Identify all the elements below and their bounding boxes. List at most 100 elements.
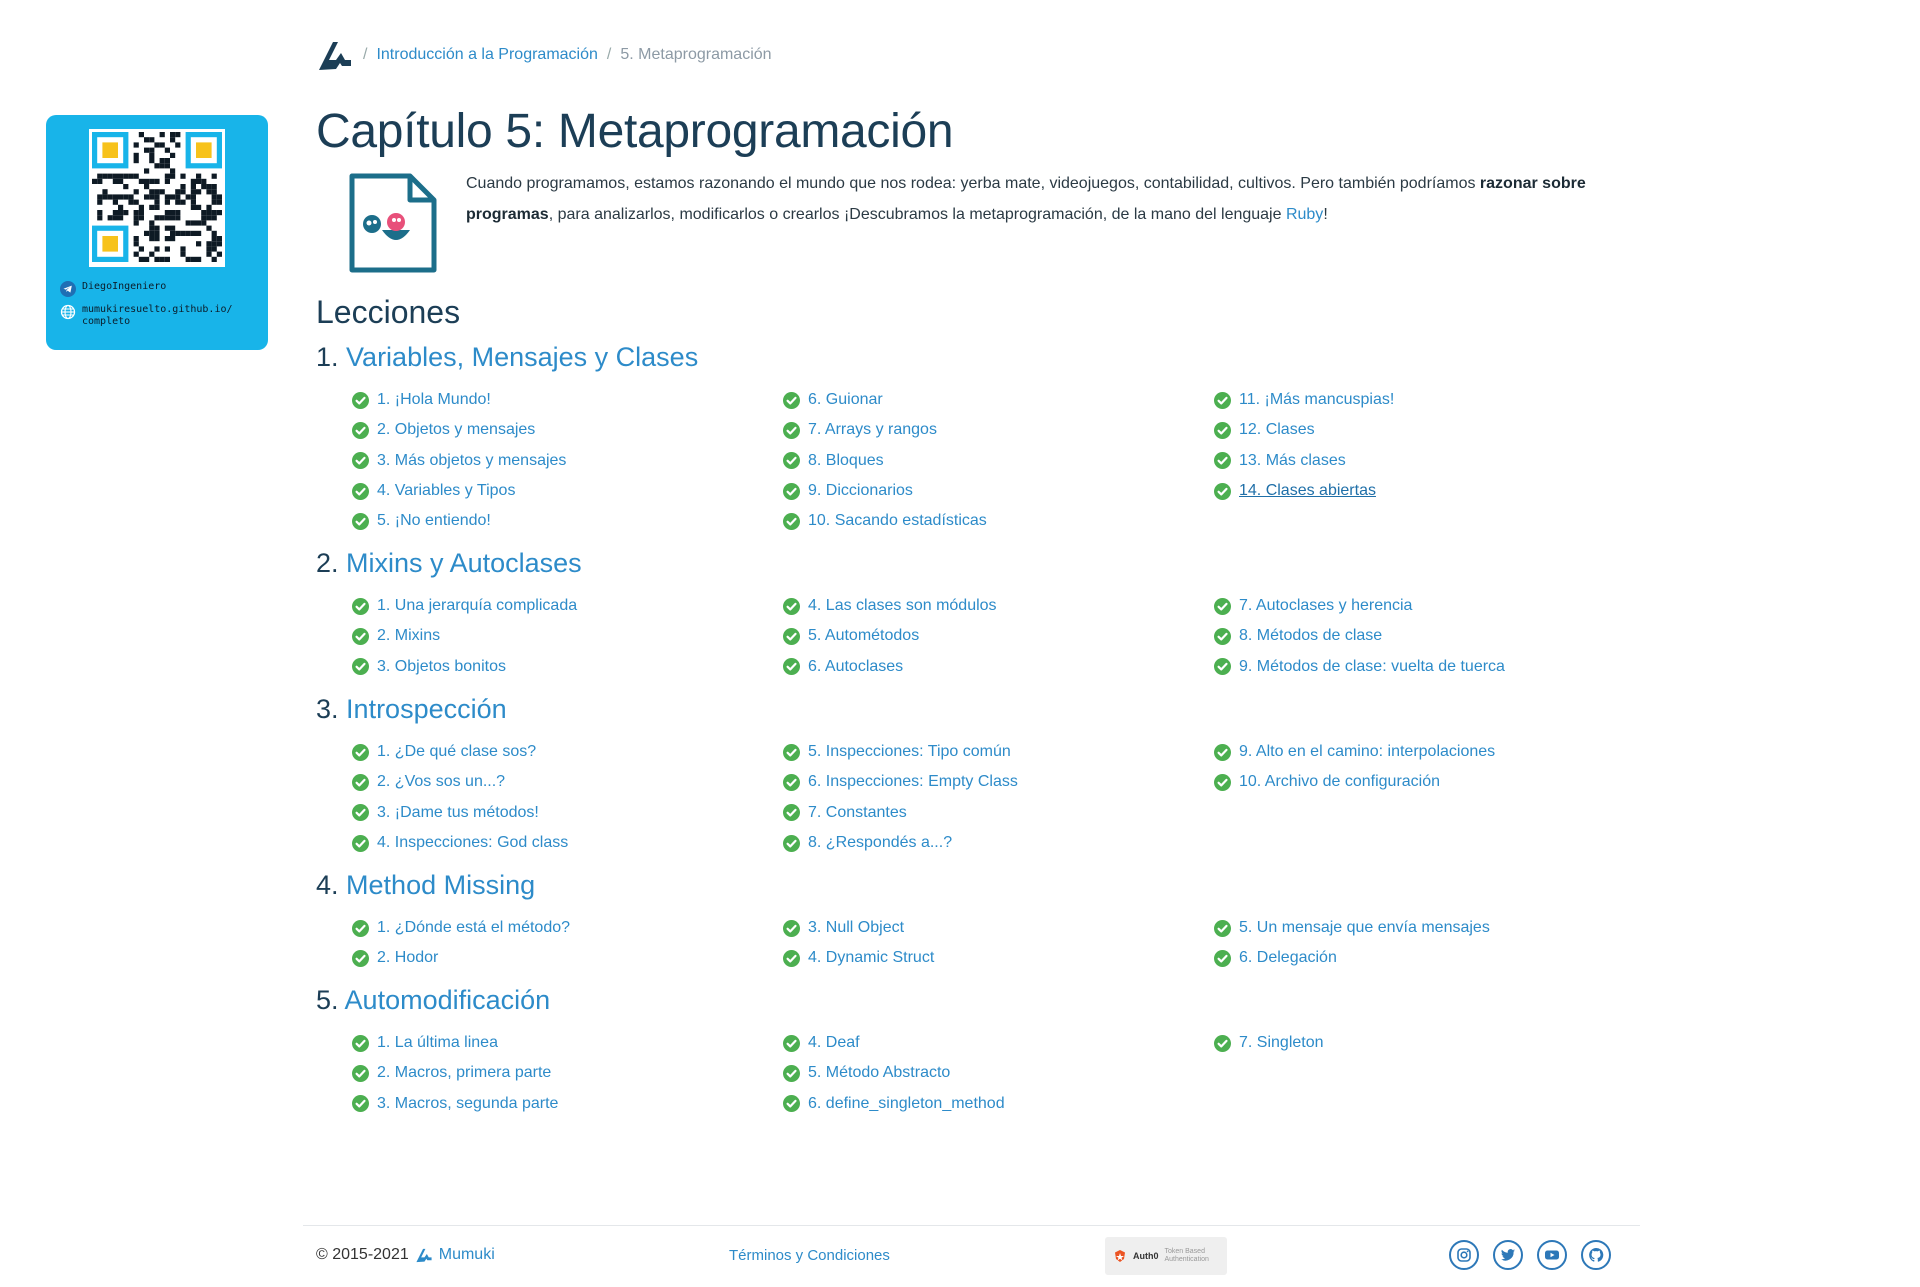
lesson-link[interactable]: 3. Más objetos y mensajes: [352, 446, 566, 476]
lesson-label: 5. ¡No entiendo!: [377, 512, 491, 530]
lesson-link[interactable]: 8. Bloques: [783, 446, 987, 476]
lesson-link[interactable]: 5. Un mensaje que envía mensajes: [1214, 913, 1490, 943]
lesson-link[interactable]: 8. Métodos de clase: [1214, 621, 1505, 651]
check-icon: [783, 804, 800, 822]
lesson-link[interactable]: 1. ¿Dónde está el método?: [352, 913, 570, 943]
chapter-section: 3. Introspección 1. ¿De qué clase sos? 2. …: [316, 689, 1636, 852]
github-icon[interactable]: [1581, 1240, 1611, 1270]
lesson-column: 5. Un mensaje que envía mensajes 6. Deleg…: [1214, 913, 1490, 974]
lesson-link[interactable]: 5. Método Abstracto: [783, 1058, 1005, 1088]
lessons-heading: Lecciones: [316, 294, 461, 330]
check-icon: [783, 658, 800, 676]
check-icon: [1214, 919, 1231, 937]
lesson-link[interactable]: 6. Inspecciones: Empty Class: [783, 767, 1018, 797]
check-icon: [352, 1034, 369, 1052]
lesson-link[interactable]: 7. Autoclases y herencia: [1214, 591, 1505, 621]
lesson-link[interactable]: 13. Más clases: [1214, 446, 1394, 476]
lesson-label: 7. Constantes: [808, 803, 907, 821]
twitter-icon[interactable]: [1493, 1240, 1523, 1270]
lesson-link[interactable]: 5. Inspecciones: Tipo común: [783, 737, 1018, 767]
breadcrumb-course-link[interactable]: Introducción a la Programación: [376, 46, 597, 64]
lesson-link[interactable]: 3. Macros, segunda parte: [352, 1089, 558, 1119]
lesson-link[interactable]: 2. Mixins: [352, 621, 577, 651]
lesson-link[interactable]: 8. ¿Respondés a...?: [783, 828, 1018, 858]
lesson-link[interactable]: 11. ¡Más mancuspias!: [1214, 385, 1394, 415]
lesson-label: 2. Macros, primera parte: [377, 1064, 552, 1082]
lesson-link[interactable]: 6. define_singleton_method: [783, 1089, 1005, 1119]
chapter-section: 2. Mixins y Autoclases 1. Una jerarquía c…: [316, 543, 1636, 676]
check-icon: [1214, 421, 1231, 439]
chapter-title-link[interactable]: Variables, Mensajes y Clases: [346, 342, 698, 372]
chapter-title-link[interactable]: Mixins y Autoclases: [346, 548, 582, 578]
lesson-link[interactable]: 6. Guionar: [783, 385, 987, 415]
youtube-icon[interactable]: [1537, 1240, 1567, 1270]
lesson-label: 14. Clases abiertas: [1239, 482, 1376, 500]
lesson-link[interactable]: 7. Arrays y rangos: [783, 415, 987, 445]
lesson-link[interactable]: 7. Singleton: [1214, 1028, 1324, 1058]
chapter-heading: 4. Method Missing: [316, 865, 1636, 905]
lesson-link[interactable]: 4. Las clases son módulos: [783, 591, 997, 621]
lesson-link[interactable]: 10. Archivo de configuración: [1214, 767, 1495, 797]
qr-promo-card: DiegoIngeniero mumukiresuelto.github.io/…: [46, 115, 268, 350]
lesson-link[interactable]: 1. ¿De qué clase sos?: [352, 737, 568, 767]
lesson-link[interactable]: 12. Clases: [1214, 415, 1394, 445]
mumuki-logo-icon[interactable]: [316, 36, 354, 74]
lesson-link[interactable]: 2. Hodor: [352, 943, 570, 973]
copyright: © 2015-2021 Mumuki: [316, 1246, 495, 1264]
lesson-link[interactable]: 1. ¡Hola Mundo!: [352, 385, 566, 415]
lesson-link[interactable]: 3. Objetos bonitos: [352, 652, 577, 682]
check-icon: [352, 919, 369, 937]
breadcrumb: / Introducción a la Programación / 5. Me…: [316, 36, 772, 74]
lesson-link[interactable]: 4. Inspecciones: God class: [352, 828, 568, 858]
lesson-label: 8. Bloques: [808, 451, 884, 469]
lesson-label: 1. La última linea: [377, 1034, 498, 1052]
lesson-label: 3. Macros, segunda parte: [377, 1094, 559, 1112]
lesson-label: 9. Métodos de clase: vuelta de tuerca: [1239, 657, 1505, 675]
lesson-label: 6. Delegación: [1239, 949, 1337, 967]
lesson-link[interactable]: 4. Variables y Tipos: [352, 476, 566, 506]
lesson-label: 5. Un mensaje que envía mensajes: [1239, 919, 1490, 937]
chapter-title-link[interactable]: Automodificación: [345, 985, 551, 1015]
lesson-link[interactable]: 2. ¿Vos sos un...?: [352, 767, 568, 797]
lesson-label: 8. Métodos de clase: [1239, 627, 1383, 645]
lesson-link[interactable]: 5. Autométodos: [783, 621, 997, 651]
lesson-link[interactable]: 4. Dynamic Struct: [783, 943, 934, 973]
chapter-number: 4.: [316, 870, 339, 900]
lesson-link[interactable]: 9. Alto en el camino: interpolaciones: [1214, 737, 1495, 767]
lesson-link[interactable]: 1. La última linea: [352, 1028, 558, 1058]
lesson-label: 8. ¿Respondés a...?: [808, 834, 953, 852]
breadcrumb-separator: /: [363, 46, 368, 63]
auth0-badge[interactable]: Auth0 Token Based Authentication: [1105, 1237, 1227, 1275]
check-icon: [352, 421, 369, 439]
mumuki-small-logo-icon: [416, 1248, 432, 1263]
lesson-link[interactable]: 10. Sacando estadísticas: [783, 506, 987, 536]
check-icon: [1214, 452, 1231, 470]
check-icon: [783, 597, 800, 615]
lesson-link[interactable]: 6. Delegación: [1214, 943, 1490, 973]
lesson-link[interactable]: 3. ¡Dame tus métodos!: [352, 798, 568, 828]
lesson-link[interactable]: 3. Null Object: [783, 913, 934, 943]
lesson-label: 9. Alto en el camino: interpolaciones: [1239, 743, 1496, 761]
lesson-link[interactable]: 6. Autoclases: [783, 652, 997, 682]
mumuki-brand-link[interactable]: Mumuki: [439, 1246, 495, 1264]
chapter-title-link[interactable]: Method Missing: [346, 870, 535, 900]
lesson-column: 4. Deaf 5. Método Abstracto 6. define_sing…: [783, 1028, 1005, 1119]
lesson-link[interactable]: 5. ¡No entiendo!: [352, 506, 566, 536]
lesson-link[interactable]: 9. Diccionarios: [783, 476, 987, 506]
lesson-link[interactable]: 9. Métodos de clase: vuelta de tuerca: [1214, 652, 1505, 682]
lesson-label: 4. Variables y Tipos: [377, 482, 516, 500]
terms-link[interactable]: Términos y Condiciones: [729, 1247, 890, 1264]
chapter-section: 5. Automodificación 1. La última linea 2. …: [316, 980, 1636, 1113]
lesson-link[interactable]: 1. Una jerarquía complicada: [352, 591, 577, 621]
lesson-link[interactable]: 2. Objetos y mensajes: [352, 415, 566, 445]
lesson-column: 1. La última linea 2. Macros, primera par…: [352, 1028, 558, 1119]
lesson-link[interactable]: 14. Clases abiertas: [1214, 476, 1394, 506]
lesson-link[interactable]: 2. Macros, primera parte: [352, 1058, 558, 1088]
chapter-file-icon: [349, 173, 437, 273]
lesson-link[interactable]: 4. Deaf: [783, 1028, 1005, 1058]
chapter-title-link[interactable]: Introspección: [346, 694, 507, 724]
instagram-icon[interactable]: [1449, 1240, 1479, 1270]
lesson-link[interactable]: 7. Constantes: [783, 798, 1018, 828]
check-icon: [352, 743, 369, 761]
ruby-link[interactable]: Ruby: [1286, 206, 1323, 223]
